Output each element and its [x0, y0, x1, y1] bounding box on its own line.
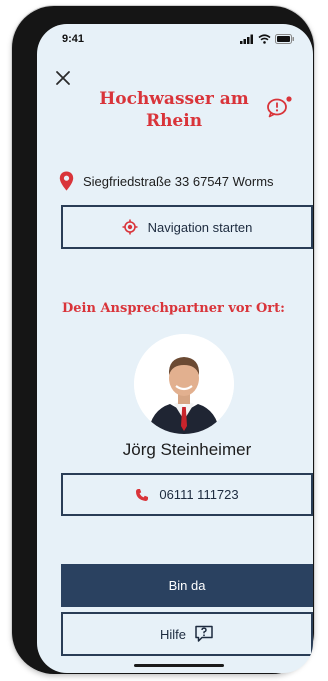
start-navigation-button[interactable]: Navigation starten	[61, 205, 313, 249]
chat-alert-icon	[267, 96, 292, 118]
status-time: 9:41	[62, 33, 85, 45]
status-bar: 9:41	[37, 24, 313, 56]
address-row: Siegfriedstraße 33 67547 Worms	[59, 169, 309, 193]
status-icons	[240, 34, 295, 44]
target-icon	[122, 219, 138, 235]
phone-icon	[135, 488, 149, 502]
phone-frame: 9:41 Hochwasser am Rhein Siegfriedstraße…	[12, 6, 314, 674]
signal-icon	[240, 34, 253, 44]
arrived-label: Bin da	[168, 578, 206, 593]
address-text: Siegfriedstraße 33 67547 Worms	[83, 173, 274, 189]
wifi-icon	[258, 34, 271, 44]
arrived-button[interactable]: Bin da	[61, 564, 313, 607]
battery-icon	[275, 34, 294, 44]
contact-name: Jörg Steinheimer	[122, 440, 252, 459]
close-button[interactable]	[53, 68, 73, 88]
phone-number: 06111 111723	[159, 487, 239, 502]
location-pin-icon	[59, 171, 74, 191]
navigation-label: Navigation starten	[147, 219, 253, 235]
contact-heading: Dein Ansprechpartner vor Ort:	[62, 301, 285, 316]
close-icon	[56, 71, 70, 85]
app-screen: 9:41 Hochwasser am Rhein Siegfriedstraße…	[37, 24, 313, 673]
help-button[interactable]: Hilfe	[61, 612, 313, 656]
help-bubble-icon	[194, 625, 214, 643]
help-label: Hilfe	[159, 626, 186, 642]
page-title: Hochwasser am Rhein	[99, 89, 249, 131]
home-indicator[interactable]	[134, 664, 224, 667]
chat-button[interactable]	[265, 94, 295, 118]
call-button[interactable]: 06111 111723	[61, 473, 313, 516]
contact-avatar	[134, 334, 234, 434]
